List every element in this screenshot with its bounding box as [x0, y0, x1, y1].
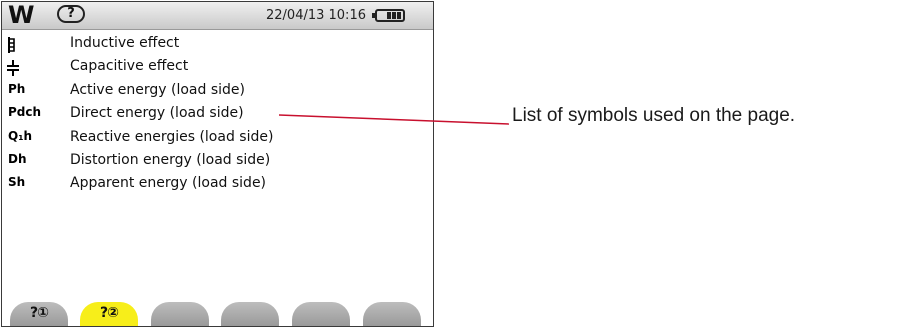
battery-icon	[372, 9, 405, 22]
tab-label: ?①	[30, 305, 49, 321]
list-item: Dh Distortion energy (load side)	[2, 151, 433, 174]
symbol-code: Q₁h	[8, 128, 32, 143]
callout-leader-line	[279, 114, 509, 125]
tab-empty-6[interactable]	[363, 302, 421, 326]
symbol-description: Apparent energy (load side)	[70, 175, 267, 192]
date-time: 22/04/13 10:16	[266, 8, 366, 23]
symbol-code: Ph	[8, 81, 26, 96]
symbol-code: Sh	[8, 175, 26, 190]
tab-help-page-2[interactable]: ?②	[80, 302, 138, 326]
capacitive-effect-icon	[7, 60, 19, 77]
callout-text: List of symbols used on the page.	[512, 105, 796, 126]
list-item: Ph Active energy (load side)	[2, 81, 433, 104]
list-item: Inductive effect	[2, 34, 433, 57]
symbol-description: Active energy (load side)	[70, 81, 245, 98]
symbol-code: Dh	[8, 151, 27, 166]
symbol-code: Pdch	[8, 105, 42, 120]
symbol-description: Reactive energies (load side)	[70, 128, 274, 145]
tab-empty-5[interactable]	[292, 302, 350, 326]
tab-empty-4[interactable]	[221, 302, 279, 326]
symbol-description: Distortion energy (load side)	[70, 151, 271, 168]
list-item: Capacitive effect	[2, 57, 433, 80]
tab-empty-3[interactable]	[151, 302, 209, 326]
symbol-description: Capacitive effect	[70, 58, 189, 75]
inductive-effect-icon	[8, 37, 15, 53]
list-item: Sh Apparent energy (load side)	[2, 174, 433, 197]
tab-help-page-1[interactable]: ?①	[10, 302, 68, 326]
function-tabs: ?① ?②	[2, 300, 433, 326]
symbol-description: Direct energy (load side)	[70, 105, 244, 122]
instrument-screen: W ? 22/04/13 10:16 Inductive effect Capa…	[1, 1, 434, 327]
power-mode-icon[interactable]: W	[8, 3, 34, 27]
list-item: Q₁h Reactive energies (load side)	[2, 128, 433, 151]
help-icon[interactable]: ?	[57, 5, 85, 23]
status-bar: W ? 22/04/13 10:16	[2, 2, 433, 30]
symbol-description: Inductive effect	[70, 35, 180, 51]
tab-label: ?②	[100, 305, 119, 321]
